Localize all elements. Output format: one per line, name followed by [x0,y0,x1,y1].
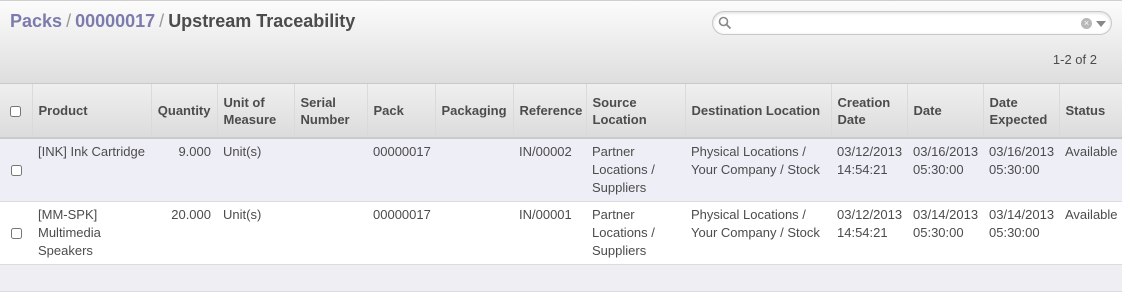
cell-serial-number [294,201,367,265]
column-header-serial-number[interactable]: Serial Number [293,84,367,139]
cell-date-expected: 03/16/2013 05:30:00 [983,138,1059,202]
clear-search-icon[interactable]: × [1081,18,1092,29]
column-header-unit-of-measure[interactable]: Unit of Measure [216,84,294,139]
pager-value[interactable]: 1-2 of 2 [1053,52,1097,67]
cell-pack: 00000017 [367,138,435,202]
search-box[interactable]: × [712,11,1112,35]
cell-source-location: Partner Locations / Suppliers [586,201,685,265]
column-header-packaging[interactable]: Packaging [434,84,513,139]
column-header-date[interactable]: Date [906,84,983,139]
top-divider [0,0,1122,1]
table-row[interactable]: [INK] Ink Cartridge 9.000 Unit(s) 000000… [0,138,1122,202]
row-checkbox[interactable] [10,165,22,177]
column-header-reference[interactable]: Reference [512,84,586,139]
cell-packaging [435,201,513,265]
breadcrumb: Packs/00000017/Upstream Traceability [10,11,355,32]
cell-product: [INK] Ink Cartridge [32,138,151,202]
column-header-status[interactable]: Status [1058,84,1122,139]
column-header-date-expected[interactable]: Date Expected [982,84,1059,139]
cell-serial-number [294,138,367,202]
cell-quantity: 9.000 [151,138,217,202]
cell-creation-date: 03/12/2013 14:54:21 [831,138,907,202]
breadcrumb-separator: / [159,11,165,31]
cell-product: [MM-SPK] Multimedia Speakers [32,201,151,265]
move-list-table: Product Quantity Unit of Measure Serial … [0,84,1122,292]
search-icon [718,16,732,30]
table-footer-row [0,264,1122,292]
cell-status: Available [1059,138,1122,202]
column-header-product[interactable]: Product [31,84,151,139]
select-all-cell [0,84,32,139]
breadcrumb-link-pack[interactable]: 00000017 [75,11,155,31]
control-panel: Packs/00000017/Upstream Traceability × 1… [0,0,1122,84]
cell-unit-of-measure: Unit(s) [217,201,294,265]
cell-unit-of-measure: Unit(s) [217,138,294,202]
empty-footer-cell [0,264,1122,292]
search-input[interactable] [737,14,1081,34]
cell-destination-location: Physical Locations / Your Company / Stoc… [685,201,831,265]
column-header-creation-date[interactable]: Creation Date [830,84,907,139]
cell-creation-date: 03/12/2013 14:54:21 [831,201,907,265]
cell-packaging [435,138,513,202]
row-select-cell [0,138,32,202]
table-header-row: Product Quantity Unit of Measure Serial … [0,84,1122,139]
row-select-cell [0,201,32,265]
cell-destination-location: Physical Locations / Your Company / Stoc… [685,138,831,202]
breadcrumb-separator: / [66,11,72,31]
cell-pack: 00000017 [367,201,435,265]
cell-quantity: 20.000 [151,201,217,265]
column-header-source-location[interactable]: Source Location [585,84,685,139]
breadcrumb-link-packs[interactable]: Packs [10,11,62,31]
row-checkbox[interactable] [10,228,22,240]
column-header-quantity[interactable]: Quantity [150,84,217,139]
cell-date: 03/14/2013 05:30:00 [907,201,983,265]
cell-status: Available [1059,201,1122,265]
cell-reference: IN/00002 [513,138,586,202]
cell-date-expected: 03/14/2013 05:30:00 [983,201,1059,265]
cell-source-location: Partner Locations / Suppliers [586,138,685,202]
select-all-checkbox[interactable] [10,106,22,118]
search-options-dropdown-icon[interactable] [1096,21,1106,27]
column-header-pack[interactable]: Pack [366,84,435,139]
cell-date: 03/16/2013 05:30:00 [907,138,983,202]
column-header-destination-location[interactable]: Destination Location [684,84,831,139]
cell-reference: IN/00001 [513,201,586,265]
page-title: Upstream Traceability [168,11,356,31]
table-row[interactable]: [MM-SPK] Multimedia Speakers 20.000 Unit… [0,201,1122,265]
